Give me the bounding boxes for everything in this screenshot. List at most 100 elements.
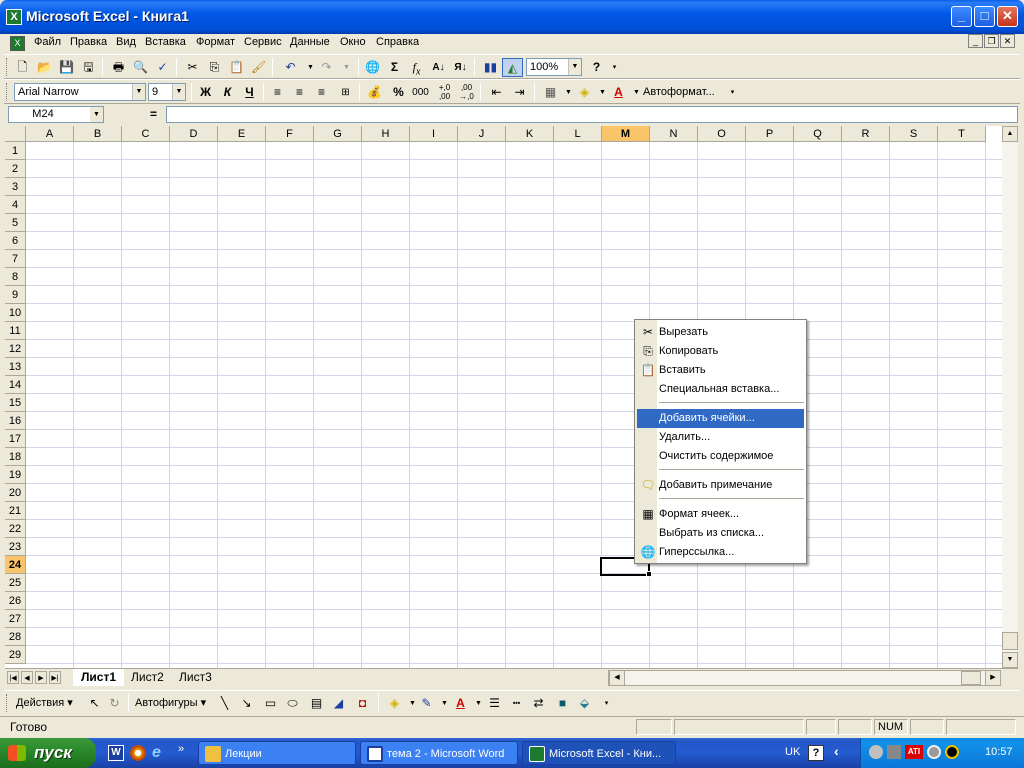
doc-close-button[interactable]: ✕ <box>1000 34 1015 48</box>
new-icon[interactable]: 🗋 <box>12 58 33 77</box>
menu-item-insert-comment[interactable]: 🗨 Добавить примечание <box>637 476 804 495</box>
row-header[interactable]: 18 <box>5 448 26 466</box>
help-icon[interactable]: ? <box>808 745 824 761</box>
menu-item-insert-cells[interactable]: Добавить ячейки... <box>637 409 804 428</box>
settings-icon[interactable] <box>927 745 941 759</box>
wordart-icon[interactable]: ◢ <box>328 694 349 713</box>
sort-descending-icon[interactable]: Я↓ <box>450 58 471 77</box>
row-header[interactable]: 4 <box>5 196 26 214</box>
scroll-right-icon[interactable]: ▶ <box>985 670 1001 686</box>
maximize-button[interactable]: □ <box>974 6 995 27</box>
arrow-icon[interactable]: ↘ <box>236 694 257 713</box>
drawing-icon[interactable]: ◭ <box>502 58 523 77</box>
increase-indent-icon[interactable]: ⇥ <box>509 83 530 102</box>
row-header[interactable]: 2 <box>5 160 26 178</box>
autoformat-button[interactable]: Автоформат... <box>643 86 715 98</box>
menu-window[interactable]: Окно <box>338 36 368 51</box>
formula-input[interactable] <box>166 106 1018 123</box>
chevron-left-icon[interactable]: ‹ <box>834 743 839 759</box>
column-header[interactable]: M <box>602 126 650 142</box>
column-header[interactable]: D <box>170 126 218 142</box>
merge-center-icon[interactable]: ⊞ <box>335 83 356 102</box>
name-box[interactable]: M24 ▼ <box>8 106 104 123</box>
align-right-icon[interactable]: ≡ <box>311 83 332 102</box>
menu-item-clear-contents[interactable]: Очистить содержимое <box>637 447 804 466</box>
row-header[interactable]: 26 <box>5 592 26 610</box>
increase-decimal-icon[interactable]: +,0,00 <box>434 83 455 102</box>
autoshapes-menu[interactable]: Автофигуры ▾ <box>135 696 206 709</box>
row-header[interactable]: 19 <box>5 466 26 484</box>
currency-icon[interactable]: 💰 <box>364 83 385 102</box>
redo-icon[interactable]: ↷ <box>316 58 337 77</box>
horizontal-scroll-thumb[interactable] <box>961 671 981 685</box>
horizontal-scrollbar[interactable]: ◀ ▶ <box>608 670 1001 686</box>
ati-icon[interactable]: ATI <box>905 745 923 759</box>
network-icon[interactable] <box>887 745 901 759</box>
clipart-icon[interactable]: ◘ <box>352 694 373 713</box>
chevron-down-icon[interactable]: ▼ <box>172 84 185 100</box>
prev-sheet-icon[interactable]: ◀ <box>21 671 33 684</box>
bold-button[interactable]: Ж <box>195 83 216 102</box>
hyperlink-icon[interactable]: 🌐 <box>362 58 383 77</box>
decrease-indent-icon[interactable]: ⇤ <box>486 83 507 102</box>
column-header[interactable]: C <box>122 126 170 142</box>
line-icon[interactable]: ╲ <box>214 694 235 713</box>
toolbar-options-icon[interactable]: ▾ <box>604 58 625 77</box>
sheet-tab-1[interactable]: Лист1 <box>73 669 125 686</box>
row-header[interactable]: 7 <box>5 250 26 268</box>
chevron-down-icon[interactable]: ▼ <box>90 107 103 122</box>
sheet-tab-2[interactable]: Лист2 <box>123 669 172 686</box>
row-header[interactable]: 15 <box>5 394 26 412</box>
chevron-down-icon[interactable]: ▼ <box>132 84 145 100</box>
spelling-icon[interactable]: ✓ <box>152 58 173 77</box>
row-header[interactable]: 21 <box>5 502 26 520</box>
taskbar-button-word[interactable]: тема 2 - Microsoft Word <box>360 741 518 765</box>
row-header[interactable]: 10 <box>5 304 26 322</box>
row-header[interactable]: 23 <box>5 538 26 556</box>
taskbar-button-excel[interactable]: Microsoft Excel - Кни... <box>522 741 676 765</box>
decrease-decimal-icon[interactable]: ,00 →,0 <box>456 83 477 102</box>
textbox-icon[interactable]: ▤ <box>306 694 327 713</box>
row-header[interactable]: 27 <box>5 610 26 628</box>
percent-button[interactable]: % <box>388 83 409 102</box>
print-icon[interactable]: 🖶 <box>108 58 129 77</box>
row-header[interactable]: 9 <box>5 286 26 304</box>
column-header[interactable]: S <box>890 126 938 142</box>
sort-ascending-icon[interactable]: A↓ <box>428 58 449 77</box>
menu-edit[interactable]: Правка <box>68 36 109 51</box>
vertical-scrollbar[interactable]: ▲ ▼ <box>1002 126 1018 668</box>
minimize-button[interactable]: _ <box>951 6 972 27</box>
menu-item-delete[interactable]: Удалить... <box>637 428 804 447</box>
arrow-style-icon[interactable]: ⇄ <box>528 694 549 713</box>
column-header[interactable]: B <box>74 126 122 142</box>
title-bar[interactable]: X Microsoft Excel - Книга1 _ □ ✕ <box>0 0 1024 34</box>
select-all-corner[interactable] <box>5 126 26 142</box>
save-icon[interactable]: 💾 <box>56 58 77 77</box>
column-header[interactable]: R <box>842 126 890 142</box>
scroll-down-icon[interactable]: ▼ <box>1002 652 1018 668</box>
language-indicator[interactable]: UK <box>785 746 800 758</box>
row-header[interactable]: 12 <box>5 340 26 358</box>
workbook-icon[interactable]: X <box>10 36 25 51</box>
menu-item-copy[interactable]: ⎘ Копировать <box>637 342 804 361</box>
row-header[interactable]: 11 <box>5 322 26 340</box>
align-left-icon[interactable]: ≡ <box>267 83 288 102</box>
menu-item-pick-from-list[interactable]: Выбрать из списка... <box>637 524 804 543</box>
close-button[interactable]: ✕ <box>997 6 1018 27</box>
font-size-select[interactable]: 9 ▼ <box>148 83 186 101</box>
row-header[interactable]: 20 <box>5 484 26 502</box>
3d-icon[interactable]: ⬙ <box>574 694 595 713</box>
oval-icon[interactable]: ⬭ <box>282 694 303 713</box>
column-header[interactable]: I <box>410 126 458 142</box>
row-header[interactable]: 25 <box>5 574 26 592</box>
quicklaunch-more-icon[interactable]: » <box>178 743 184 755</box>
taskbar-button-folder[interactable]: Лекции <box>198 741 356 765</box>
autosum-icon[interactable]: Σ <box>384 58 405 77</box>
cut-icon[interactable]: ✂ <box>182 58 203 77</box>
toolbar-grip[interactable] <box>6 83 9 101</box>
row-header[interactable]: 6 <box>5 232 26 250</box>
menu-item-format-cells[interactable]: ▦ Формат ячеек... <box>637 505 804 524</box>
column-header[interactable]: T <box>938 126 986 142</box>
worksheet-grid[interactable]: ABCDEFGHIJKLMNOPQRST 1 2 3 4 5 6 7 8 9 10 11 12 13 14… <box>5 126 1018 668</box>
copy-icon[interactable]: ⎘ <box>204 58 225 77</box>
